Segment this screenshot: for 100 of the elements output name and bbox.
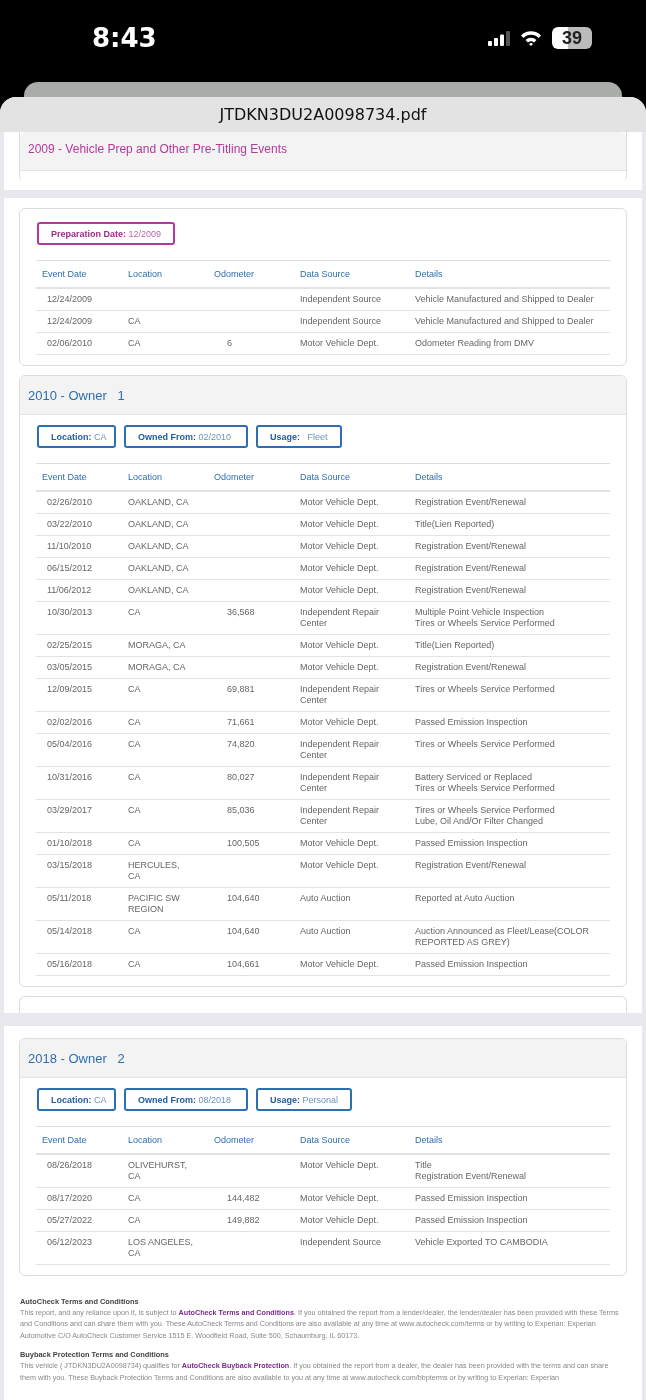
odometer-cell: 74,820: [227, 739, 255, 750]
location-cell: CA: [128, 838, 141, 849]
location-cell: CA: [128, 684, 141, 695]
source-cell: Motor Vehicle Dept.: [300, 338, 379, 349]
details-cell: Title(Lien Reported): [415, 519, 495, 530]
date-cell: 03/05/2015: [47, 662, 93, 673]
date-cell: 12/09/2015: [47, 684, 93, 695]
odometer-cell: 36,568: [227, 607, 255, 618]
odometer-cell: 144,482: [227, 1193, 260, 1204]
odometer-cell: 149,882: [227, 1215, 260, 1226]
column-header: Data Source: [299, 268, 352, 281]
date-cell: 05/14/2018: [47, 926, 93, 937]
clock-time: 8:43: [92, 23, 157, 53]
date-cell: 06/12/2023: [47, 1237, 93, 1248]
source-cell-text: Independent Repair Center: [300, 684, 381, 706]
column-header: Details: [414, 268, 444, 281]
details-cell: Multiple Point Vehicle Inspection Tires or Wheels Service Performed: [415, 607, 555, 629]
odometer-cell: 6: [227, 338, 232, 349]
details-cell: Passed Emission Inspection: [415, 717, 528, 728]
source-cell: Motor Vehicle Dept.: [300, 541, 379, 552]
source-cell: Motor Vehicle Dept.: [300, 640, 379, 651]
signal-icon: [488, 30, 510, 46]
source-cell: Motor Vehicle Dept.: [300, 860, 379, 871]
details-cell: Registration Event/Renewal: [415, 563, 527, 574]
date-cell: 03/29/2017: [47, 805, 93, 816]
location-cell: OAKLAND, CA: [128, 585, 189, 596]
source-cell: Motor Vehicle Dept.: [300, 662, 379, 673]
details-cell: Vehicle Manufactured and Shipped to Dealer: [415, 294, 594, 305]
odometer-cell: 104,640: [227, 926, 260, 937]
info-badge: Location: CA: [37, 425, 116, 448]
location-cell: CA: [128, 926, 141, 937]
source-cell-text: Independent Repair Center: [300, 805, 381, 827]
details-cell: Tires or Wheels Service Performed: [415, 739, 555, 750]
source-cell: Motor Vehicle Dept.: [300, 1215, 379, 1226]
column-header: Odometer: [213, 268, 256, 281]
details-cell: Registration Event/Renewal: [415, 860, 527, 871]
location-cell: MORAGA, CA: [128, 662, 186, 673]
location-cell: MORAGA, CA: [128, 640, 186, 651]
details-cell: Registration Event/Renewal: [415, 497, 527, 508]
details-cell: Reported at Auto Auction: [415, 893, 515, 904]
source-cell: Auto Auction: [300, 926, 351, 937]
location-cell: CA: [128, 1215, 141, 1226]
document-title: JTDKN3DU2A0098734.pdf: [219, 105, 427, 124]
info-badge: Owned From: 02/2010: [124, 425, 248, 448]
details-cell: Battery Serviced or Replaced Tires or Wheels Service Performed: [415, 772, 555, 794]
source-cell: Independent Source: [300, 316, 382, 327]
date-cell: 03/15/2018: [47, 860, 93, 871]
details-cell: Registration Event/Renewal: [415, 585, 527, 596]
date-cell: 02/25/2015: [47, 640, 93, 651]
column-header: Event Date: [41, 471, 88, 484]
info-badge: Location: CA: [37, 1088, 116, 1111]
odometer-cell: 104,661: [227, 959, 260, 970]
location-cell: CA: [128, 805, 141, 816]
source-cell-text: Independent Repair Center: [300, 739, 381, 761]
column-header: Odometer: [213, 471, 256, 484]
odometer-cell: 69,881: [227, 684, 255, 695]
source-cell-text: Independent Repair Center: [300, 772, 381, 794]
column-header: Location: [127, 1134, 164, 1147]
location-cell: CA: [128, 1193, 141, 1204]
details-cell: Vehicle Manufactured and Shipped to Dealer: [415, 316, 594, 327]
location-cell: OAKLAND, CA: [128, 519, 189, 530]
column-header: Data Source: [299, 471, 352, 484]
date-cell: 11/10/2010: [47, 541, 92, 552]
location-cell: LOS ANGELES, CA: [128, 1237, 194, 1259]
section-title: 2009 - Vehicle Prep and Other Pre-Titling Events: [27, 142, 288, 156]
source-cell: Motor Vehicle Dept.: [300, 563, 379, 574]
column-header: Event Date: [41, 268, 88, 281]
info-badge: Usage: Personal: [256, 1088, 353, 1111]
source-cell-text: Independent Repair Center: [300, 607, 381, 629]
column-header: Location: [127, 268, 164, 281]
date-cell: 01/10/2018: [47, 838, 93, 849]
details-cell: Title Registration Event/Renewal: [415, 1160, 527, 1182]
location-cell: CA: [128, 739, 141, 750]
details-cell: Tires or Wheels Service Performed Lube, Oil And/Or Filter Changed: [415, 805, 555, 827]
details-cell: Registration Event/Renewal: [415, 541, 527, 552]
date-cell: 12/24/2009: [47, 294, 93, 305]
details-cell: Passed Emission Inspection: [415, 1193, 528, 1204]
details-cell: Registration Event/Renewal: [415, 662, 527, 673]
source-cell: Motor Vehicle Dept.: [300, 717, 379, 728]
date-cell: 05/16/2018: [47, 959, 93, 970]
battery-indicator: 39: [552, 27, 592, 49]
source-cell: Independent Source: [300, 294, 382, 305]
column-header: Data Source: [299, 1134, 352, 1147]
location-cell: CA: [128, 717, 141, 728]
odometer-cell: 85,036: [227, 805, 255, 816]
info-badge: Usage: Fleet: [256, 425, 342, 448]
source-cell: Motor Vehicle Dept.: [300, 497, 379, 508]
odometer-cell: 100,505: [227, 838, 260, 849]
location-cell: OAKLAND, CA: [128, 563, 189, 574]
date-cell: 03/22/2010: [47, 519, 93, 530]
location-cell: OAKLAND, CA: [128, 541, 189, 552]
info-badge: Owned From: 08/2018: [124, 1088, 248, 1111]
source-cell: Motor Vehicle Dept.: [300, 1160, 379, 1171]
source-cell: Motor Vehicle Dept.: [300, 519, 379, 530]
location-cell-text: HERCULES, CA: [128, 860, 181, 882]
details-cell: Title(Lien Reported): [415, 640, 495, 651]
date-cell: 11/06/2012: [47, 585, 92, 596]
date-cell: 08/26/2018: [47, 1160, 93, 1171]
location-cell-text: OLIVEHURST, CA: [128, 1160, 188, 1182]
source-cell: Auto Auction: [300, 893, 351, 904]
